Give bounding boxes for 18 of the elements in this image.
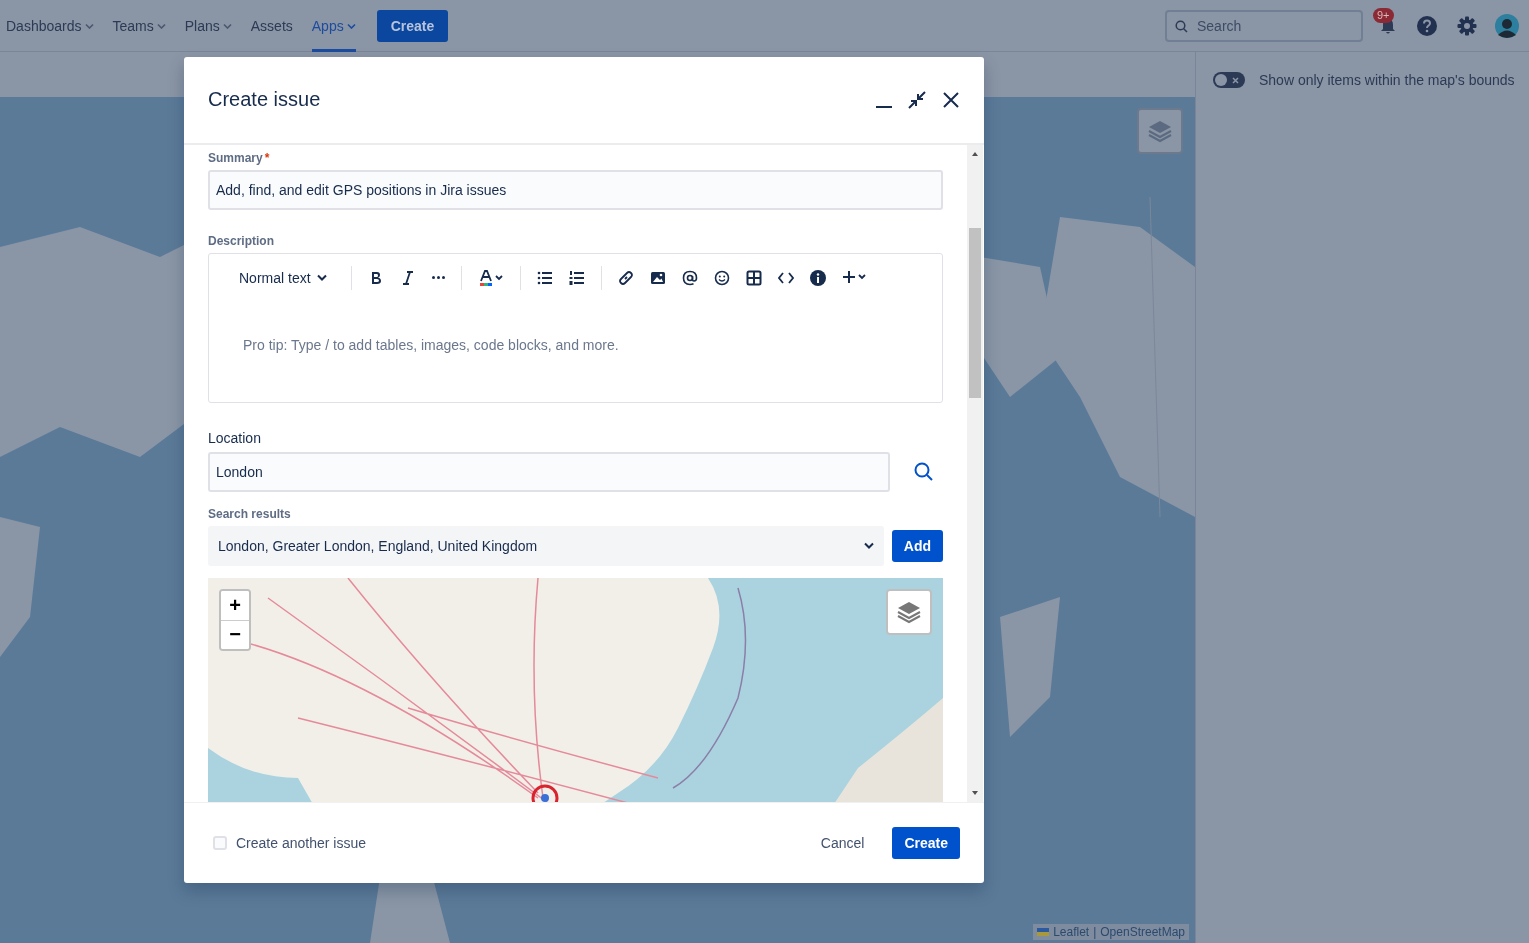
cross-icon <box>1232 76 1239 84</box>
toggle-label: Show only items within the map's bounds <box>1259 72 1515 88</box>
help-icon[interactable] <box>1417 15 1437 36</box>
search-field[interactable]: Search <box>1165 9 1363 42</box>
search-icon <box>1175 19 1188 33</box>
notification-badge: 9+ <box>1373 7 1394 23</box>
nav-menu-item[interactable]: Plans <box>184 0 232 52</box>
chevron-down-icon <box>84 22 94 29</box>
nav-menu-item[interactable]: Dashboards <box>6 0 94 52</box>
avatar-icon[interactable] <box>1495 13 1519 38</box>
nav-menu-item[interactable]: Teams <box>112 0 166 52</box>
toggle-switch[interactable] <box>1213 72 1245 88</box>
chevron-down-icon <box>156 22 166 29</box>
settings-icon[interactable] <box>1457 15 1477 36</box>
chevron-down-icon <box>346 22 356 29</box>
chevron-down-icon <box>222 22 232 29</box>
create-button[interactable]: Create <box>376 9 449 42</box>
nav-menu-item[interactable]: Assets <box>250 0 293 52</box>
